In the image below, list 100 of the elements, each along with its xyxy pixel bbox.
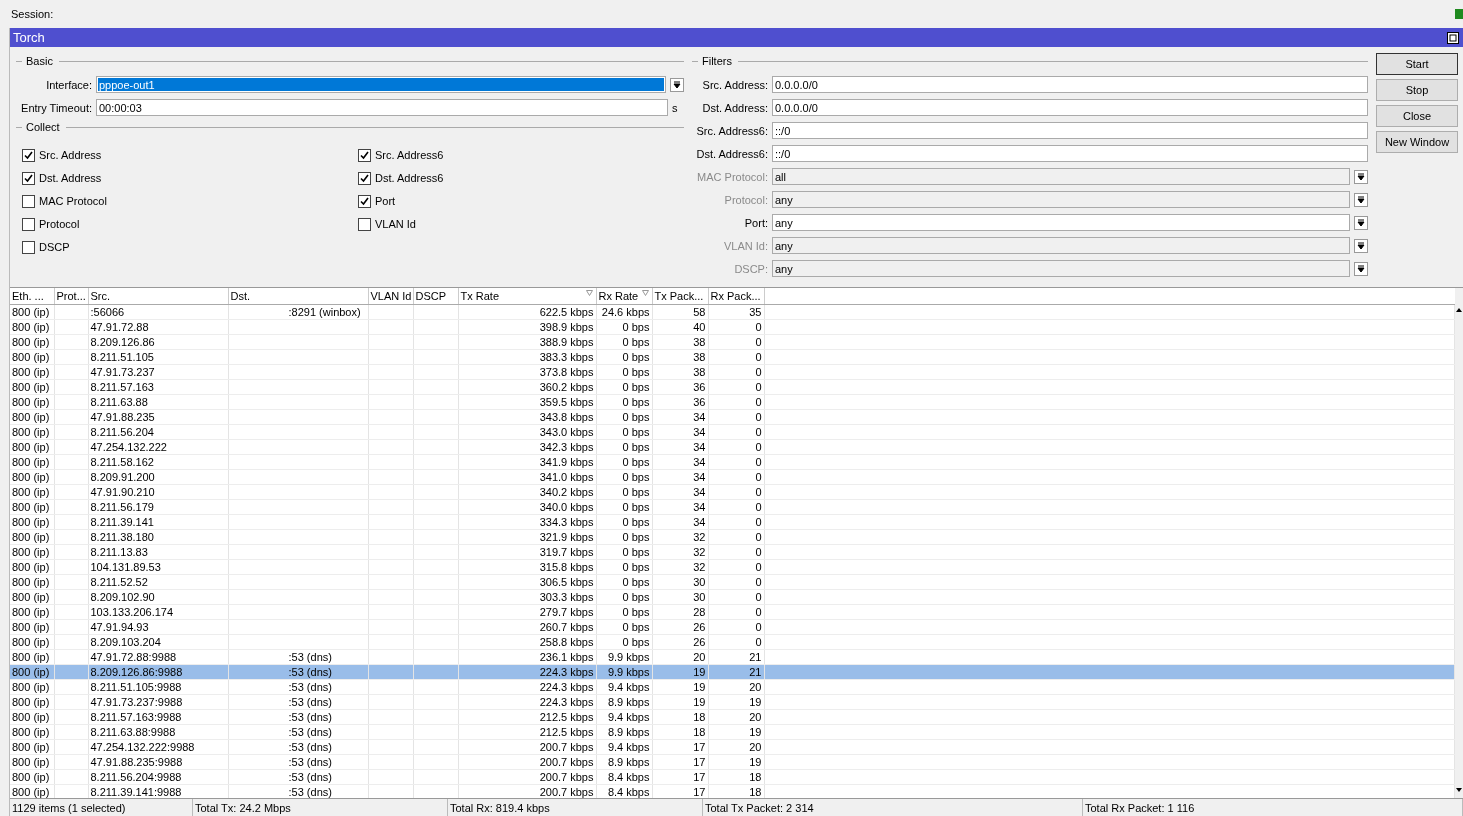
checkbox[interactable] [358, 194, 371, 208]
checkbox-label: Dst. Address6 [375, 172, 444, 184]
action-button[interactable]: New Window [1376, 131, 1458, 153]
field-label: Src. Address6: [695, 124, 769, 137]
table-cell: 0 [755, 366, 762, 378]
table-cell: 8.211.51.105:9988 [90, 681, 182, 693]
table-cell: 19 [693, 696, 706, 708]
table-cell: 26 [693, 621, 706, 633]
checkbox[interactable] [22, 148, 35, 162]
table-cell: 398.9 kbps [539, 321, 594, 333]
action-button[interactable]: Start [1376, 53, 1458, 75]
table-cell: 0 bps [622, 426, 650, 438]
table-cell: 19 [749, 756, 762, 768]
group-legend: Basic [26, 55, 53, 67]
field-label: Protocol: [723, 193, 769, 206]
table-cell: 20 [749, 741, 762, 753]
table-cell: 0 bps [622, 621, 650, 633]
checkbox[interactable] [22, 171, 35, 185]
table-cell: 8.211.56.179 [90, 501, 154, 513]
checkbox[interactable] [22, 217, 35, 231]
column-header[interactable]: Tx Pack... [652, 288, 708, 305]
interface-dropdown[interactable]: pppoe-out1 [96, 76, 666, 93]
table-cell: 359.5 kbps [539, 396, 594, 408]
table-cell: 8.4 kbps [607, 771, 650, 783]
table-cell: 800 (ip) [12, 531, 50, 543]
table-cell: :53 (dns) [288, 651, 332, 663]
column-header[interactable]: Tx Rate [458, 288, 596, 305]
table-cell: 0 bps [622, 351, 650, 363]
checkbox-label: DSCP [39, 241, 70, 253]
table-cell: 36 [693, 381, 706, 393]
table-cell: 20 [749, 711, 762, 723]
table-cell: 0 bps [622, 486, 650, 498]
maximize-icon[interactable] [1447, 31, 1459, 44]
table-cell: 8.211.13.83 [90, 546, 148, 558]
table-cell: 800 (ip) [12, 636, 50, 648]
table-cell: 30 [693, 591, 706, 603]
checkbox[interactable] [22, 194, 35, 208]
group-legend: Filters [702, 55, 732, 67]
table-cell: 800 (ip) [12, 471, 50, 483]
table-cell: 0 bps [622, 396, 650, 408]
table-cell: 0 bps [622, 561, 650, 573]
table-cell: 224.3 kbps [539, 681, 594, 693]
table-cell: 18 [749, 786, 762, 798]
checkbox[interactable] [22, 240, 35, 254]
table-cell: 8.4 kbps [607, 786, 650, 798]
filter-field[interactable]: 0.0.0.0/0 [772, 76, 1368, 93]
column-header[interactable]: Rx Rate [596, 288, 652, 305]
table-cell: 104.131.89.53 [90, 561, 161, 573]
table-cell: 19 [693, 681, 706, 693]
table-cell: 800 (ip) [12, 516, 50, 528]
table-row-selected[interactable]: 800 (ip) 8.209.126.86:9988 :53 (dns) 224.3 kbps 9.9 kbps 19 21 [10, 664, 1455, 680]
table-cell: 0 [755, 381, 762, 393]
status-indicator-icon [1455, 9, 1463, 19]
field-label: Src. Address: [701, 78, 769, 91]
scroll-down-icon[interactable] [1455, 786, 1463, 794]
table-cell: 58 [693, 306, 706, 318]
action-button[interactable]: Close [1376, 105, 1458, 127]
filter-field[interactable]: ::/0 [772, 145, 1368, 162]
column-header[interactable]: Eth. ... [10, 288, 54, 305]
table-cell: 0 [755, 501, 762, 513]
table-cell: 0 bps [622, 501, 650, 513]
table-cell: 800 (ip) [12, 696, 50, 708]
table-cell: 303.3 kbps [539, 591, 594, 603]
table-cell: 21 [749, 651, 762, 663]
scroll-up-icon[interactable] [1455, 306, 1463, 314]
column-header[interactable]: Rx Pack... [708, 288, 764, 305]
column-header[interactable]: Prot... [54, 288, 88, 305]
status-text: Total Tx: 24.2 Mbps [195, 801, 291, 814]
table-cell: 340.2 kbps [539, 486, 594, 498]
filter-field[interactable]: ::/0 [772, 122, 1368, 139]
table-cell: 200.7 kbps [539, 756, 594, 768]
checkbox[interactable] [358, 171, 371, 185]
table-cell: 0 bps [622, 456, 650, 468]
table-cell: 360.2 kbps [539, 381, 594, 393]
table-cell: 341.9 kbps [539, 456, 594, 468]
checkbox[interactable] [358, 217, 371, 231]
table-cell: 8.209.126.86:9988 [90, 666, 183, 678]
table-cell: 17 [693, 741, 706, 753]
table-cell: 8.211.56.204 [90, 426, 154, 438]
table-cell: :53 (dns) [288, 681, 332, 693]
checkbox[interactable] [358, 148, 371, 162]
table-cell: 8.211.56.204:9988 [90, 771, 182, 783]
column-header[interactable]: Src. [88, 288, 228, 305]
entry-timeout-field[interactable]: 00:00:03 [96, 99, 668, 116]
table-cell: 8.9 kbps [607, 756, 650, 768]
table-cell: 0 [755, 351, 762, 363]
action-button[interactable]: Stop [1376, 79, 1458, 101]
column-header[interactable]: DSCP [413, 288, 458, 305]
table-cell: 800 (ip) [12, 486, 50, 498]
filter-dropdown[interactable]: any [772, 214, 1350, 231]
table-cell: 800 (ip) [12, 366, 50, 378]
table-cell: 18 [693, 726, 706, 738]
status-text: Total Rx Packet: 1 116 [1085, 801, 1195, 814]
table-cell: :53 (dns) [288, 771, 332, 783]
table-cell: 21 [749, 666, 762, 678]
column-header[interactable]: Dst. [228, 288, 368, 305]
filter-field[interactable]: 0.0.0.0/0 [772, 99, 1368, 116]
table-cell: 19 [693, 666, 706, 678]
column-header[interactable]: VLAN Id [368, 288, 413, 305]
table-cell: 800 (ip) [12, 711, 50, 723]
